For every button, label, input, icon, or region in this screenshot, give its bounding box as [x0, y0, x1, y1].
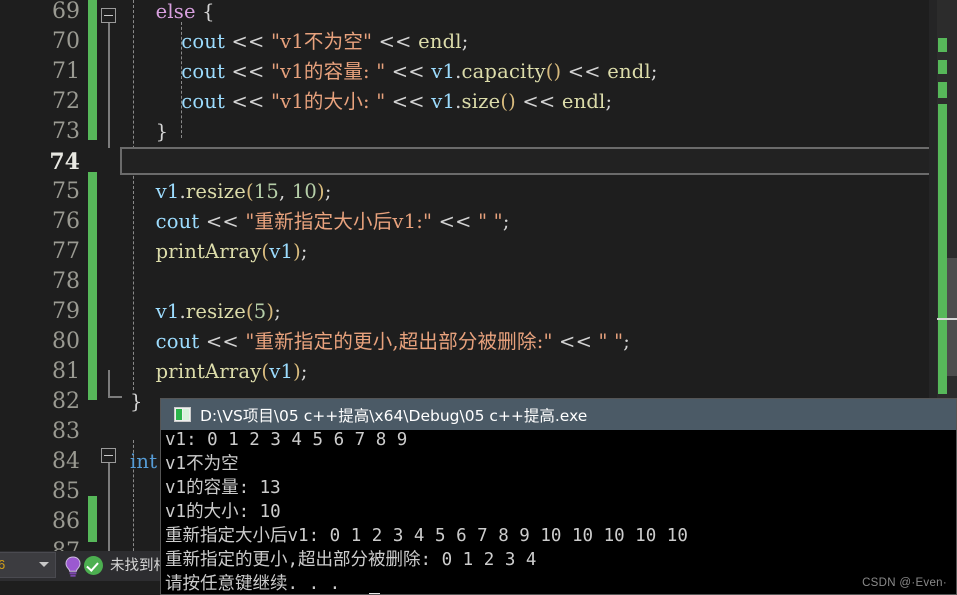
csdn-watermark: CSDN @·Even·: [862, 577, 947, 589]
line-number-74: 74: [49, 149, 80, 175]
console-output-line: v1: 0 1 2 3 4 5 6 7 8 9: [165, 430, 408, 450]
code-text-81: printArray(v1);: [155, 360, 308, 383]
line-number-83: 83: [52, 419, 80, 444]
scope-dropdown[interactable]: 6: [0, 552, 56, 578]
code-line-69[interactable]: 69 else {: [0, 0, 957, 27]
code-line-75[interactable]: 75 v1.resize(15, 10);: [0, 177, 957, 207]
line-number-71: 71: [52, 59, 80, 84]
console-window[interactable]: D:\VS项目\05 c++提高\x64\Debug\05 c++提高.exe …: [160, 398, 957, 595]
console-output-line: v1的容量: 13: [165, 478, 281, 498]
code-line-70[interactable]: 70 cout << "v1不为空" << endl;: [0, 27, 957, 57]
console-output-line: v1不为空: [165, 454, 239, 474]
scrollbar-caret-marker: [937, 318, 957, 320]
code-line-81[interactable]: 81 printArray(v1);: [0, 357, 957, 387]
line-number-82: 82: [52, 389, 80, 414]
console-output-area[interactable]: v1: 0 1 2 3 4 5 6 7 8 9 v1不为空 v1的容量: 13 v1的…: [161, 430, 956, 594]
line-number-75: 75: [52, 179, 80, 204]
console-output-line: 重新指定的更小,超出部分被删除: 0 1 2 3 4: [165, 550, 537, 570]
scroll-change-mark-1: [938, 38, 947, 52]
success-check-icon: [84, 556, 103, 575]
console-title-text: D:\VS项目\05 c++提高\x64\Debug\05 c++提高.exe: [200, 406, 588, 425]
line-number-79: 79: [52, 299, 80, 324]
code-text-69: else {: [155, 0, 215, 23]
code-line-74[interactable]: 74: [0, 147, 957, 177]
line-number-72: 72: [52, 89, 80, 114]
scrollbar-thumb[interactable]: [947, 258, 957, 376]
code-line-73[interactable]: 73 }: [0, 117, 957, 147]
code-text-76: cout << "重新指定大小后v1:" << " ";: [155, 210, 510, 233]
line-number-84: 84: [52, 449, 80, 474]
console-text-cursor: [369, 593, 380, 594]
console-output-line: v1的大小: 10: [165, 502, 281, 522]
scroll-change-mark-3: [938, 82, 947, 98]
code-text-73: }: [130, 120, 169, 143]
line-number-77: 77: [52, 239, 80, 264]
line-number-81: 81: [52, 359, 80, 384]
line-number-69: 69: [52, 0, 80, 24]
code-text-77: printArray(v1);: [155, 240, 308, 263]
code-line-76[interactable]: 76 cout << "重新指定大小后v1:" << " ";: [0, 207, 957, 237]
line-number-78: 78: [52, 269, 80, 294]
scroll-change-mark-4: [938, 104, 947, 394]
code-text-72: cout << "v1的大小: " << v1.size() << endl;: [181, 90, 613, 113]
code-text-70: cout << "v1不为空" << endl;: [181, 30, 469, 53]
console-title-bar[interactable]: D:\VS项目\05 c++提高\x64\Debug\05 c++提高.exe: [161, 399, 956, 430]
code-text-79: v1.resize(5);: [155, 300, 281, 323]
code-line-78[interactable]: 78: [0, 267, 957, 297]
scroll-change-mark-2: [938, 60, 947, 74]
lightbulb-icon[interactable]: [60, 553, 86, 579]
line-number-73: 73: [52, 119, 80, 144]
code-line-80[interactable]: 80 cout << "重新指定的更小,超出部分被删除:" << " ";: [0, 327, 957, 357]
code-line-79[interactable]: 79 v1.resize(5);: [0, 297, 957, 327]
console-output-line: 请按任意键继续. . .: [165, 574, 341, 594]
code-text-71: cout << "v1的容量: " << v1.capacity() << en…: [181, 60, 658, 83]
scope-dropdown-value: 6: [0, 557, 6, 572]
line-number-70: 70: [52, 29, 80, 54]
code-text-82: }: [130, 390, 143, 413]
code-text-80: cout << "重新指定的更小,超出部分被删除:" << " ";: [155, 330, 631, 353]
line-number-76: 76: [52, 209, 80, 234]
code-text-84: int: [130, 450, 158, 473]
code-line-77[interactable]: 77 printArray(v1);: [0, 237, 957, 267]
console-window-icon: [174, 407, 191, 422]
line-number-85: 85: [52, 479, 80, 504]
code-text-75: v1.resize(15, 10);: [155, 180, 332, 203]
code-line-71[interactable]: 71 cout << "v1的容量: " << v1.capacity() <<…: [0, 57, 957, 87]
console-output-line: 重新指定大小后v1: 0 1 2 3 4 5 6 7 8 9 10 10 10 …: [165, 526, 688, 546]
line-number-86: 86: [52, 509, 80, 534]
code-line-72[interactable]: 72 cout << "v1的大小: " << v1.size() << end…: [0, 87, 957, 117]
chevron-down-icon: [39, 562, 49, 567]
vs-editor-screenshot: 69 else {70 cout << "v1不为空" << endl; 71 c…: [0, 0, 957, 595]
line-number-80: 80: [52, 329, 80, 354]
